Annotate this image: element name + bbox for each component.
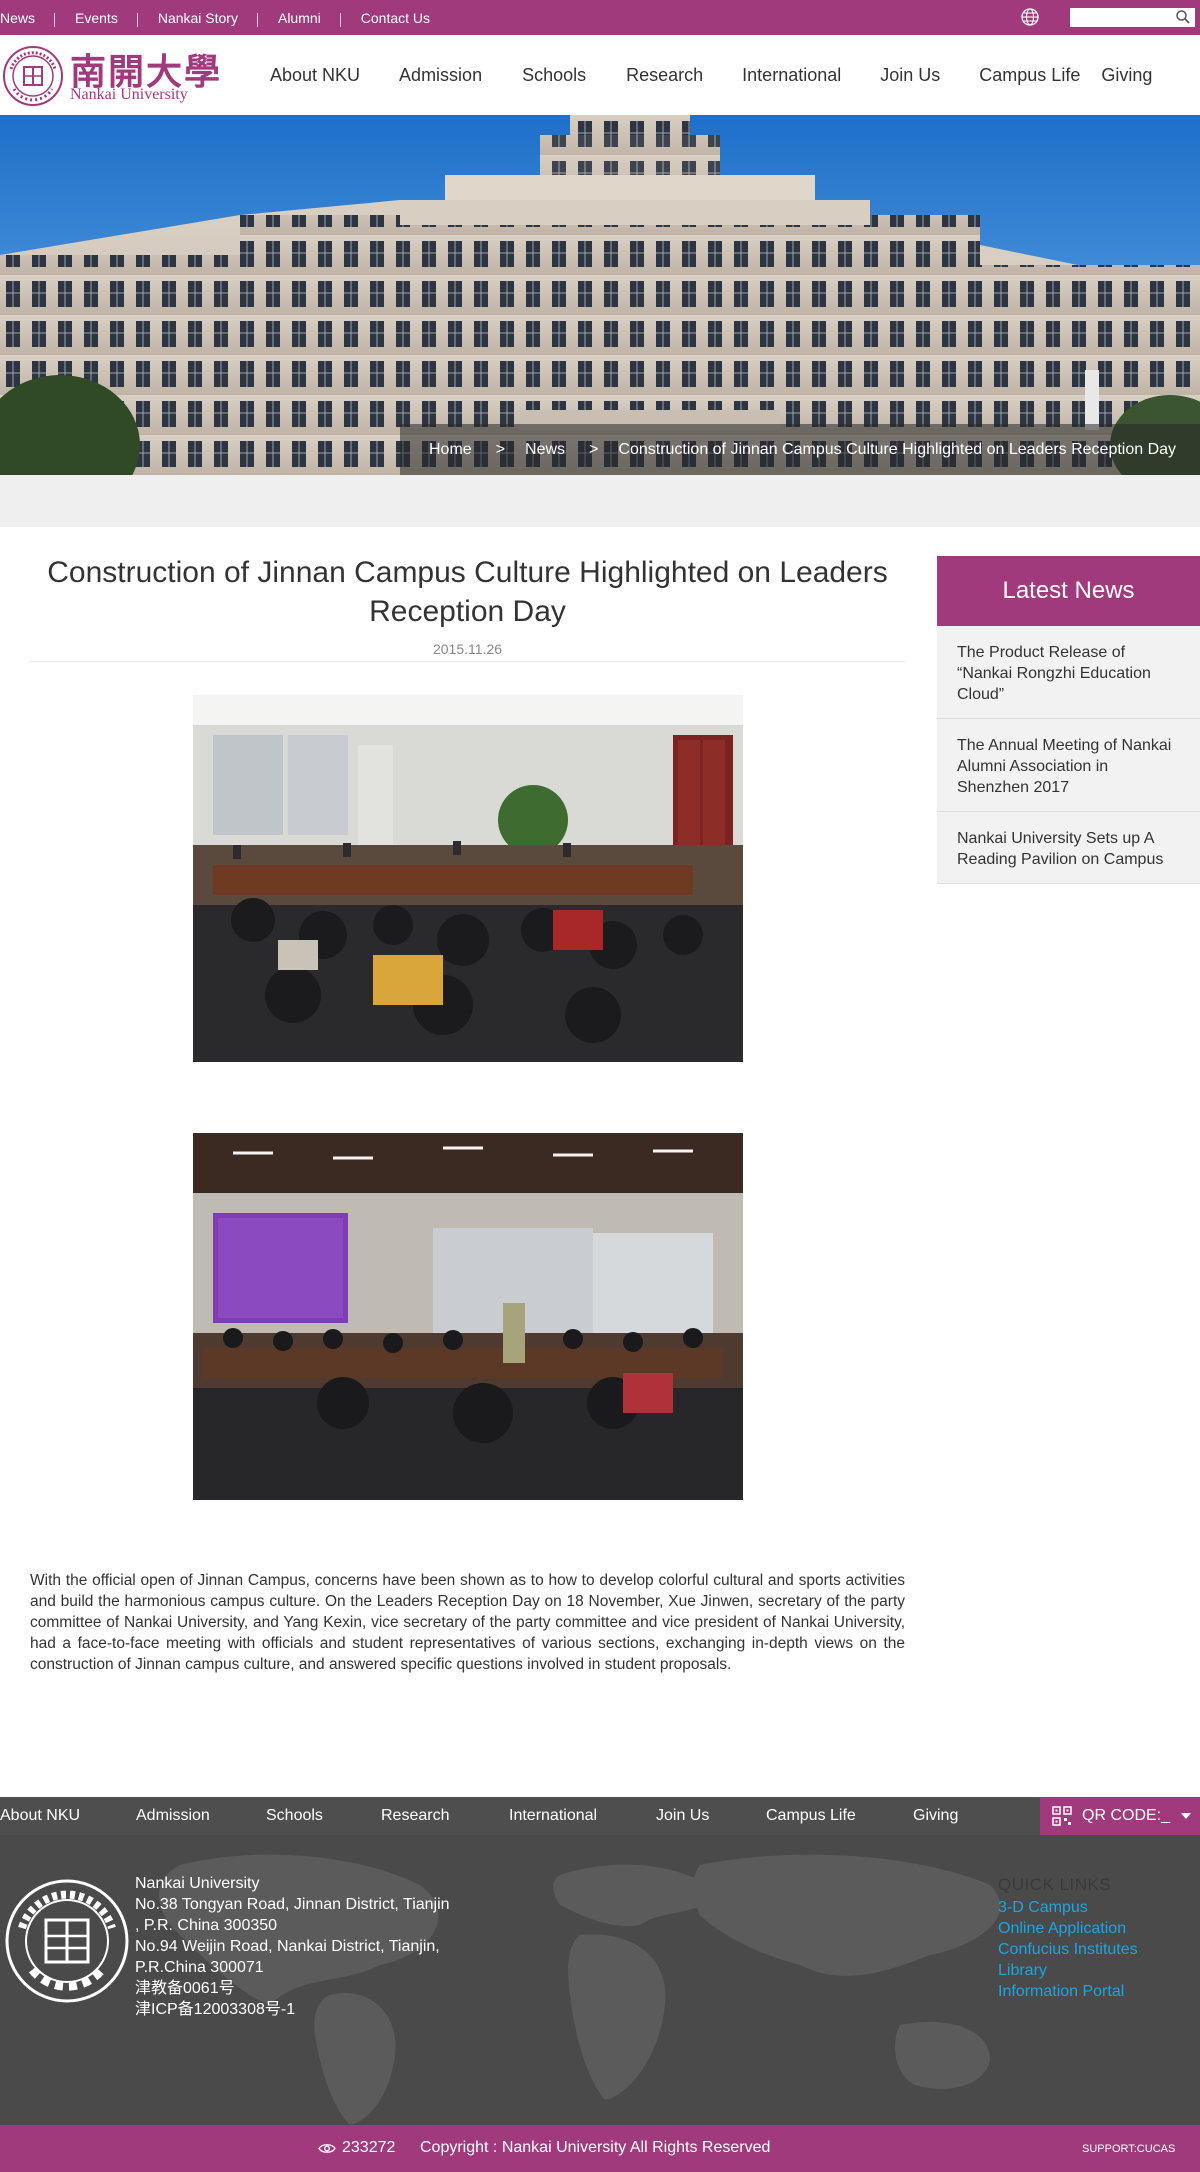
footer-nav-giving[interactable]: Giving	[913, 1797, 958, 1835]
nav-join-us[interactable]: Join Us	[880, 65, 940, 86]
footer-nav-international[interactable]: International	[509, 1797, 597, 1835]
quick-link-online-application[interactable]: Online Application	[998, 1918, 1198, 1939]
breadcrumb-news[interactable]: News	[525, 441, 565, 459]
qr-code-icon	[1052, 1806, 1072, 1826]
visit-counter: 233272	[342, 2139, 396, 2156]
address-line: Nankai University	[135, 1875, 260, 1892]
top-link-contact-us[interactable]: Contact Us	[341, 10, 450, 26]
latest-news-sidebar: Latest News The Product Release of “Nank…	[937, 556, 1200, 884]
article-photo-2	[193, 1133, 743, 1500]
breadcrumb-separator: >	[589, 440, 599, 458]
logo-english-name: Nankai University	[70, 86, 188, 103]
top-utility-bar: News Events Nankai Story Alumni Contact …	[0, 0, 1200, 35]
address-line: P.R.China 300071	[135, 1959, 264, 1976]
quick-link-information-portal[interactable]: Information Portal	[998, 1981, 1198, 2002]
caret-down-icon	[1181, 1813, 1192, 1819]
nav-about-nku[interactable]: About NKU	[270, 65, 360, 86]
top-link-nankai-story[interactable]: Nankai Story	[138, 10, 259, 27]
university-seal-icon	[3, 46, 63, 106]
footer-nav-about-nku[interactable]: About NKU	[0, 1797, 80, 1835]
search-icon[interactable]	[1175, 9, 1191, 25]
article-photo-1	[193, 695, 743, 1062]
footer-address: Nankai University No.38 Tongyan Road, Ji…	[135, 1873, 465, 2020]
copyright-bar: 233272 Copyright : Nankai University All…	[0, 2125, 1200, 2172]
quick-link-3d-campus[interactable]: 3-D Campus	[998, 1897, 1198, 1918]
article-date: 2015.11.26	[30, 641, 905, 662]
qr-code-dropdown[interactable]: QR CODE:_	[1040, 1797, 1200, 1835]
main-building-photo	[0, 115, 1200, 475]
address-line: No.94 Weijin Road, Nankai District, Tian…	[135, 1938, 440, 1955]
site-footer: Nankai University No.38 Tongyan Road, Ji…	[0, 1835, 1200, 2125]
latest-news-item[interactable]: The Annual Meeting of Nankai Alumni Asso…	[937, 719, 1200, 812]
footer-nav-campus-life[interactable]: Campus Life	[766, 1797, 856, 1835]
footer-nav-admission[interactable]: Admission	[136, 1797, 210, 1835]
top-link-news[interactable]: News	[0, 10, 56, 27]
top-link-events[interactable]: Events	[55, 10, 138, 27]
top-link-alumni[interactable]: Alumni	[258, 10, 341, 27]
nav-schools[interactable]: Schools	[522, 65, 586, 86]
address-line: 津ICP备12003308号-1	[135, 2001, 296, 2018]
latest-news-item[interactable]: Nankai University Sets up A Reading Pavi…	[937, 812, 1200, 884]
site-header: 南開大學 Nankai University About NKU Admissi…	[0, 35, 1200, 115]
hero-banner: Home > News > Construction of Jinnan Cam…	[0, 115, 1200, 475]
article-title: Construction of Jinnan Campus Culture Hi…	[47, 556, 888, 628]
address-line: No.38 Tongyan Road, Jinnan District, Tia…	[135, 1896, 450, 1913]
quick-link-confucius-institutes[interactable]: Confucius Institutes	[998, 1939, 1198, 1960]
article: Construction of Jinnan Campus Culture Hi…	[30, 553, 905, 1673]
site-logo[interactable]: 南開大學 Nankai University	[0, 43, 220, 109]
top-links: News Events Nankai Story Alumni Contact …	[0, 0, 450, 35]
divider-band	[0, 475, 1200, 527]
footer-nav-join-us[interactable]: Join Us	[656, 1797, 709, 1835]
eye-icon	[318, 2144, 336, 2153]
breadcrumb-separator: >	[495, 440, 506, 458]
main-nav: About NKU Admission Schools Research Int…	[270, 35, 1152, 115]
address-line: , P.R. China 300350	[135, 1917, 278, 1934]
globe-icon[interactable]	[1020, 7, 1040, 27]
nav-campus-life[interactable]: Campus Life	[979, 65, 1080, 86]
quick-links: QUICK LINKS 3-D Campus Online Applicatio…	[998, 1875, 1198, 2002]
nav-international[interactable]: International	[742, 65, 841, 86]
quick-link-library[interactable]: Library	[998, 1960, 1198, 1981]
support-link[interactable]: SUPPORT:CUCAS	[1082, 2143, 1175, 2155]
address-line: 津教备0061号	[135, 1980, 235, 1997]
university-seal-icon	[5, 1879, 129, 2003]
qr-code-label: QR CODE:_	[1082, 1807, 1171, 1824]
footer-nav-research[interactable]: Research	[381, 1797, 449, 1835]
nav-admission[interactable]: Admission	[399, 65, 482, 86]
breadcrumb: Home > News > Construction of Jinnan Cam…	[400, 424, 1200, 475]
nav-giving[interactable]: Giving	[1101, 65, 1152, 86]
article-body: With the official open of Jinnan Campus,…	[30, 1572, 905, 1673]
breadcrumb-current: Construction of Jinnan Campus Culture Hi…	[618, 440, 1177, 458]
quick-links-title: QUICK LINKS	[998, 1875, 1112, 1894]
copyright-text: Copyright : Nankai University All Rights…	[420, 2139, 771, 2156]
latest-news-item[interactable]: The Product Release of “Nankai Rongzhi E…	[937, 626, 1200, 719]
breadcrumb-home[interactable]: Home	[429, 441, 472, 459]
latest-news-title: Latest News	[937, 556, 1200, 626]
footer-nav-schools[interactable]: Schools	[266, 1797, 323, 1835]
nav-research[interactable]: Research	[626, 65, 703, 86]
footer-nav: About NKU Admission Schools Research Int…	[0, 1797, 1200, 1835]
